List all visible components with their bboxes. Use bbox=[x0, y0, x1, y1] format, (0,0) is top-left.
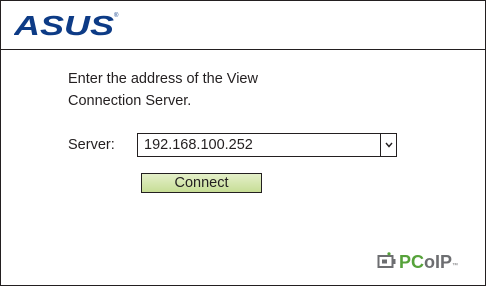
login-window: ASUS ® Enter the address of the View Con… bbox=[0, 0, 486, 286]
header-bar: ASUS ® bbox=[1, 1, 485, 49]
instruction-line-1: Enter the address of the View bbox=[68, 71, 258, 87]
instruction-line-2: Connection Server. bbox=[68, 93, 192, 109]
chevron-down-icon bbox=[384, 142, 393, 148]
pcoip-wordmark: PCoIP™ bbox=[399, 252, 459, 272]
asus-logo: ASUS bbox=[14, 13, 114, 39]
server-combobox[interactable] bbox=[137, 133, 397, 157]
pcoip-monitor-icon bbox=[377, 252, 396, 268]
pcoip-logo: PCoIP™ bbox=[377, 250, 477, 274]
server-label: Server: bbox=[68, 137, 115, 153]
server-dropdown-button[interactable] bbox=[380, 134, 396, 156]
registered-mark: ® bbox=[114, 13, 119, 19]
instruction-text: Enter the address of the View Connection… bbox=[68, 68, 368, 112]
svg-text:ASUS: ASUS bbox=[14, 13, 114, 39]
server-input[interactable] bbox=[138, 134, 380, 156]
header-divider bbox=[1, 49, 485, 50]
connect-button[interactable]: Connect bbox=[141, 173, 262, 193]
